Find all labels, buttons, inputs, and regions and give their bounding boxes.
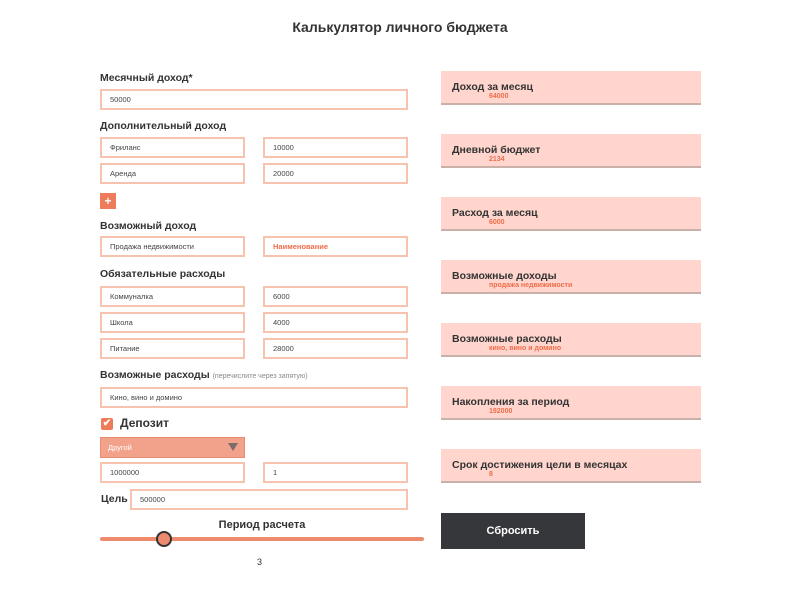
result-monthly-expense: Расход за месяц 6000 [441, 197, 701, 231]
period-value: 3 [257, 557, 263, 567]
expense-amount-input[interactable]: 6000 [263, 286, 408, 307]
result-possible-income: Возможные доходы продажа недвижимости [441, 260, 701, 294]
possible-expenses-hint: (перечислите через запятую) [212, 373, 308, 380]
mandatory-expenses-label: Обязательные расходы [100, 268, 226, 280]
result-value: кино, вино и домино [489, 345, 562, 352]
possible-income-name-input[interactable]: Продажа недвижимости [100, 236, 245, 257]
deposit-bank-select[interactable]: Другой [100, 437, 245, 458]
additional-income-amount-input[interactable]: 10000 [263, 137, 408, 158]
expense-name-input[interactable]: Школа [100, 312, 245, 333]
possible-expenses-label: Возможные расходы (перечислите через зап… [100, 369, 308, 381]
additional-income-amount-input[interactable]: 20000 [263, 163, 408, 184]
goal-input[interactable]: 500000 [130, 489, 408, 510]
additional-income-label: Дополнительный доход [100, 120, 227, 132]
goal-label: Цель [101, 493, 128, 505]
deposit-percent-input[interactable]: 1 [263, 462, 408, 483]
expense-name-input[interactable]: Питание [100, 338, 245, 359]
result-label: Доход за месяц [452, 81, 533, 93]
deposit-amount-input[interactable]: 1000000 [100, 462, 245, 483]
deposit-checkbox[interactable]: ✔ [101, 418, 113, 430]
result-label: Срок достижения цели в месяцах [452, 459, 628, 471]
monthly-income-input[interactable]: 50000 [100, 89, 408, 110]
period-slider-thumb[interactable] [156, 531, 172, 547]
result-label: Накопления за период [452, 396, 570, 408]
additional-income-name-input[interactable]: Аренда [100, 163, 245, 184]
result-daily-budget: Дневной бюджет 2134 [441, 134, 701, 168]
expense-name-input[interactable]: Коммуналка [100, 286, 245, 307]
result-possible-expenses: Возможные расходы кино, вино и домино [441, 323, 701, 357]
additional-income-name-input[interactable]: Фриланс [100, 137, 245, 158]
period-slider-track[interactable] [100, 537, 424, 541]
period-label: Период расчета [218, 519, 306, 531]
result-label: Возможные расходы [452, 333, 562, 345]
result-value: 192000 [489, 408, 513, 415]
result-value: 8 [489, 471, 493, 478]
expense-amount-input[interactable]: 28000 [263, 338, 408, 359]
result-label: Расход за месяц [452, 207, 538, 219]
result-label: Возможные доходы [452, 270, 557, 282]
possible-expenses-input[interactable]: Кино, вино и домино [100, 387, 408, 408]
reset-button[interactable]: Сбросить [441, 513, 585, 549]
possible-expenses-label-text: Возможные расходы [100, 369, 210, 381]
possible-income-label: Возможный доход [100, 220, 197, 232]
result-value: 64000 [489, 93, 509, 100]
result-goal-months: Срок достижения цели в месяцах 8 [441, 449, 701, 483]
result-label: Дневной бюджет [452, 144, 541, 156]
result-value: 6000 [489, 219, 505, 226]
result-value: продажа недвижимости [489, 282, 573, 289]
deposit-label: Депозит [120, 416, 170, 430]
result-value: 2134 [489, 156, 505, 163]
result-savings-period: Накопления за период 192000 [441, 386, 701, 420]
monthly-income-label: Месячный доход* [100, 72, 193, 84]
chevron-down-icon [228, 443, 238, 451]
page-title: Калькулятор личного бюджета [292, 19, 508, 35]
add-income-button[interactable]: + [100, 193, 116, 209]
deposit-bank-selected: Другой [108, 443, 132, 452]
result-monthly-income: Доход за месяц 64000 [441, 71, 701, 105]
possible-income-amount-input[interactable]: Наименование [263, 236, 408, 257]
expense-amount-input[interactable]: 4000 [263, 312, 408, 333]
